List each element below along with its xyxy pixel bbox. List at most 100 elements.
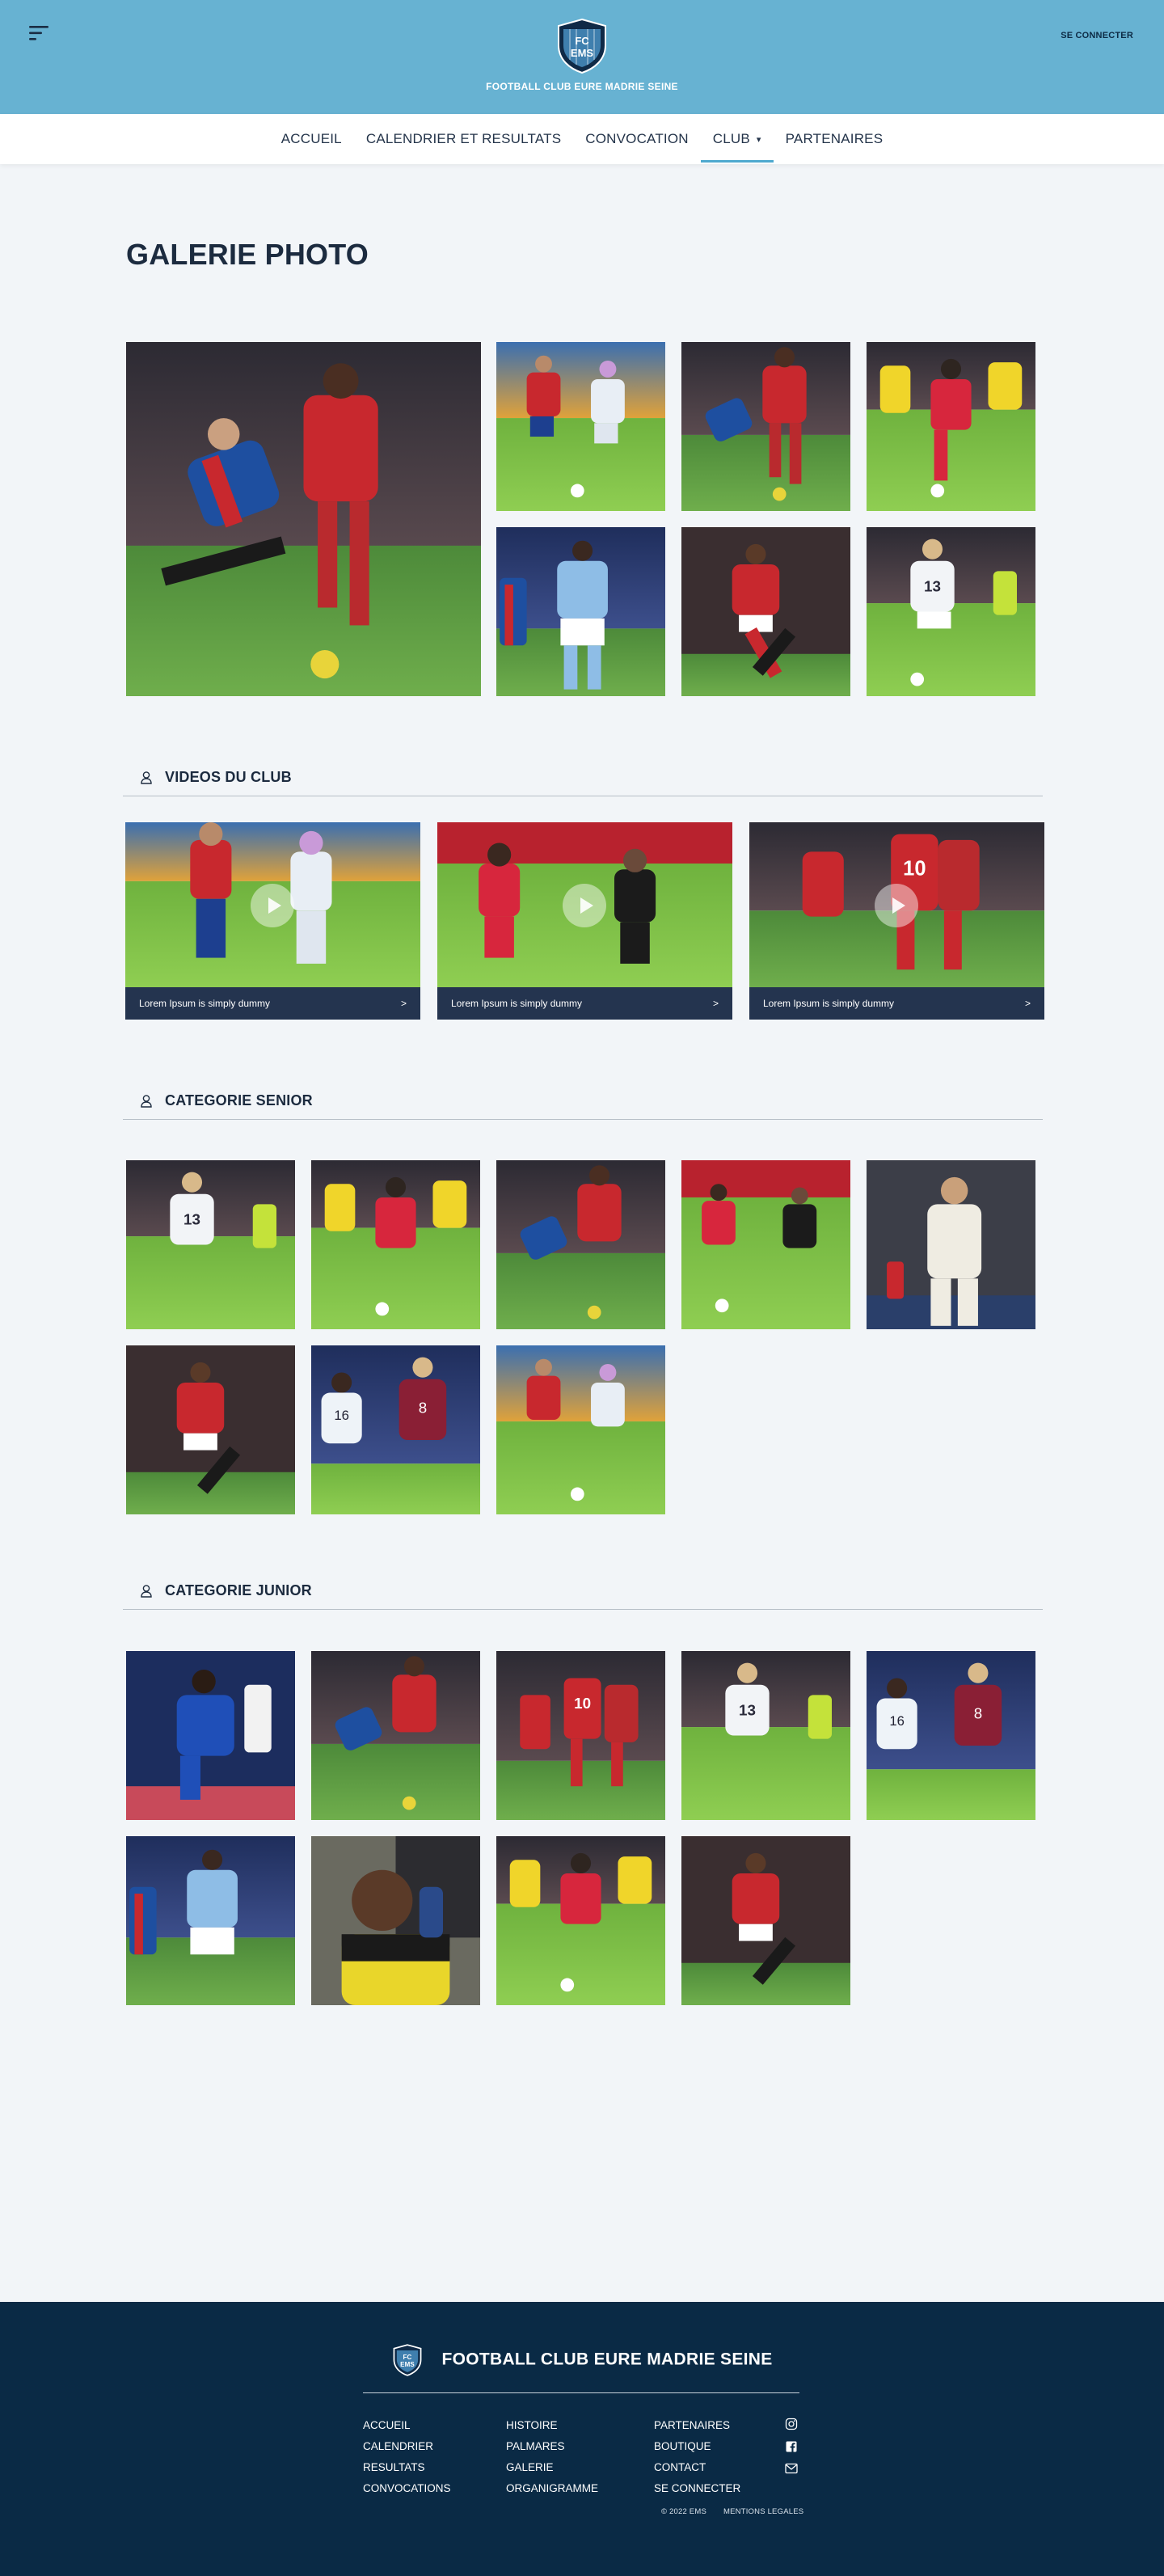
nav-item-partenaires[interactable]: PARTENAIRES — [774, 114, 896, 164]
user-icon — [141, 771, 152, 784]
junior-photo[interactable] — [311, 1651, 480, 1820]
footer-link-palmares[interactable]: PALMARES — [506, 2436, 598, 2457]
gallery-photo[interactable]: 13 — [867, 527, 1035, 696]
video-title: Lorem Ipsum is simply dummy — [139, 998, 271, 1009]
footer-brand-name: FOOTBALL CLUB EURE MADRIE SEINE — [441, 2350, 773, 2369]
svg-text:13: 13 — [924, 577, 941, 594]
logo-text-ems: EMS — [571, 47, 594, 59]
junior-photo[interactable] — [496, 1836, 665, 2005]
footer-link-calendrier[interactable]: CALENDRIER — [363, 2436, 451, 2457]
footer-link-boutique[interactable]: BOUTIQUE — [654, 2436, 740, 2457]
section-header-junior: CATEGORIE JUNIOR — [123, 1577, 1043, 1610]
video-title: Lorem Ipsum is simply dummy — [763, 998, 895, 1009]
footer-column: HISTOIRE PALMARES GALERIE ORGANIGRAMME — [506, 2415, 598, 2499]
section-title: CATEGORIE SENIOR — [165, 1092, 313, 1109]
svg-text:16: 16 — [334, 1408, 349, 1423]
footer-column: ACCUEIL CALENDRIER RESULTATS CONVOCATION… — [363, 2415, 451, 2499]
svg-text:10: 10 — [574, 1695, 591, 1712]
senior-photo[interactable]: 13 — [126, 1160, 295, 1329]
junior-photo[interactable]: 13 — [681, 1651, 850, 1820]
senior-photo[interactable] — [311, 1160, 480, 1329]
svg-text:13: 13 — [183, 1210, 200, 1227]
senior-photo[interactable]: 16 8 — [311, 1345, 480, 1514]
senior-photo[interactable] — [496, 1345, 665, 1514]
arrow-right-icon[interactable]: > — [1025, 998, 1031, 1009]
arrow-right-icon[interactable]: > — [713, 998, 719, 1009]
footer-link-resultats[interactable]: RESULTATS — [363, 2457, 451, 2478]
header-bar: FC EMS FOOTBALL CLUB EURE MADRIE SEINE S… — [0, 0, 1164, 114]
junior-photo[interactable] — [681, 1836, 850, 2005]
nav-label: PARTENAIRES — [785, 131, 884, 146]
nav-item-calendrier[interactable]: CALENDRIER ET RESULTATS — [354, 114, 573, 164]
video-caption: Lorem Ipsum is simply dummy > — [125, 987, 420, 1020]
svg-text:10: 10 — [903, 858, 926, 880]
nav-label: CALENDRIER ET RESULTATS — [365, 131, 562, 146]
nav-label: CONVOCATION — [585, 131, 689, 146]
footer: FC EMS FOOTBALL CLUB EURE MADRIE SEINE A… — [0, 2302, 1164, 2576]
svg-text:8: 8 — [419, 1400, 427, 1417]
gallery-photo[interactable] — [496, 342, 665, 511]
senior-photo[interactable] — [867, 1160, 1035, 1329]
nav-label: ACCUEIL — [280, 131, 342, 146]
footer-column: PARTENAIRES BOUTIQUE CONTACT SE CONNECTE… — [654, 2415, 740, 2499]
logo-text-fc: FC — [403, 2354, 412, 2361]
footer-link-contact[interactable]: CONTACT — [654, 2457, 740, 2478]
facebook-icon[interactable] — [785, 2440, 798, 2453]
page-title: GALERIE PHOTO — [126, 238, 369, 271]
main-nav: ACCUEIL CALENDRIER ET RESULTATS CONVOCAT… — [0, 114, 1164, 164]
footer-link-accueil[interactable]: ACCUEIL — [363, 2415, 451, 2436]
svg-text:16: 16 — [889, 1713, 905, 1729]
logo-text-ems: EMS — [401, 2361, 415, 2368]
user-icon — [141, 1585, 152, 1598]
senior-photo[interactable] — [496, 1160, 665, 1329]
social-links — [785, 2418, 798, 2484]
play-icon[interactable] — [875, 884, 918, 927]
mail-icon[interactable] — [785, 2463, 798, 2474]
play-icon[interactable] — [563, 884, 606, 927]
video-caption: Lorem Ipsum is simply dummy > — [749, 987, 1044, 1020]
video-card[interactable]: Lorem Ipsum is simply dummy > — [437, 822, 732, 1020]
header-brand-name: FOOTBALL CLUB EURE MADRIE SEINE — [486, 81, 678, 92]
video-card[interactable]: 10 Lorem Ipsum is simply dummy > — [749, 822, 1044, 1020]
club-logo[interactable]: FC EMS — [0, 18, 1164, 78]
section-header-senior: CATEGORIE SENIOR — [123, 1087, 1043, 1120]
login-link[interactable]: SE CONNECTER — [1061, 31, 1133, 40]
footer-divider — [363, 2392, 799, 2393]
footer-link-partenaires[interactable]: PARTENAIRES — [654, 2415, 740, 2436]
footer-link-galerie[interactable]: GALERIE — [506, 2457, 598, 2478]
junior-photo[interactable] — [126, 1651, 295, 1820]
nav-label: CLUB — [712, 131, 750, 146]
footer-link-convocations[interactable]: CONVOCATIONS — [363, 2478, 451, 2499]
junior-photo[interactable]: 16 8 — [867, 1651, 1035, 1820]
svg-text:8: 8 — [974, 1705, 982, 1722]
junior-photo[interactable] — [126, 1836, 295, 2005]
legal-link[interactable]: MENTIONS LEGALES — [723, 2507, 803, 2516]
play-icon[interactable] — [251, 884, 294, 927]
footer-link-histoire[interactable]: HISTOIRE — [506, 2415, 598, 2436]
chevron-down-icon: ▾ — [756, 134, 761, 145]
section-title: VIDEOS DU CLUB — [165, 769, 292, 785]
gallery-photo-featured[interactable] — [126, 342, 481, 696]
instagram-icon[interactable] — [785, 2418, 798, 2430]
club-logo[interactable]: FC EMS — [391, 2344, 424, 2376]
arrow-right-icon[interactable]: > — [401, 998, 407, 1009]
senior-photo[interactable] — [681, 1160, 850, 1329]
nav-item-club[interactable]: CLUB ▾ — [700, 114, 774, 164]
logo-text-fc: FC — [575, 35, 589, 47]
nav-item-convocation[interactable]: CONVOCATION — [573, 114, 701, 164]
nav-item-accueil[interactable]: ACCUEIL — [269, 114, 354, 164]
gallery-photo[interactable] — [681, 527, 850, 696]
gallery-photo[interactable] — [496, 527, 665, 696]
copyright-text: © 2022 EMS — [661, 2507, 706, 2516]
footer-link-se-connecter[interactable]: SE CONNECTER — [654, 2478, 740, 2499]
section-title: CATEGORIE JUNIOR — [165, 1582, 312, 1598]
junior-photo[interactable]: 10 — [496, 1651, 665, 1820]
svg-text:13: 13 — [739, 1701, 756, 1718]
junior-photo[interactable] — [311, 1836, 480, 2005]
gallery-photo[interactable] — [681, 342, 850, 511]
senior-photo[interactable] — [126, 1345, 295, 1514]
video-card[interactable]: Lorem Ipsum is simply dummy > — [125, 822, 420, 1020]
footer-link-organigramme[interactable]: ORGANIGRAMME — [506, 2478, 598, 2499]
section-header-videos: VIDEOS DU CLUB — [123, 764, 1043, 796]
gallery-photo[interactable] — [867, 342, 1035, 511]
